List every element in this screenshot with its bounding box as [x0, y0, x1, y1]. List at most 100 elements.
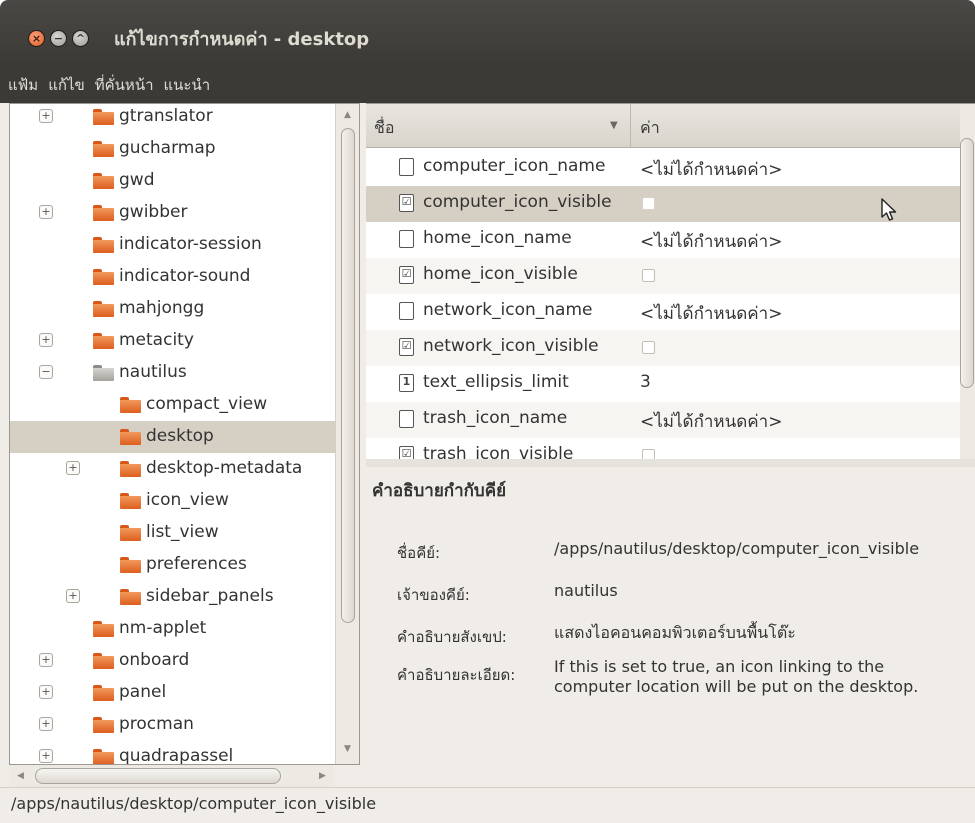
tree-item[interactable]: indicator-sound: [10, 261, 335, 293]
list-header: ชื่อ ▼ ค่า: [366, 104, 975, 148]
column-separator[interactable]: [630, 104, 631, 148]
tree-item[interactable]: gwd: [10, 165, 335, 197]
expand-icon[interactable]: +: [39, 333, 53, 347]
folder-icon: [93, 301, 114, 317]
folder-body: [93, 176, 114, 189]
folder-body: [93, 656, 114, 669]
tree-item[interactable]: nm-applet: [10, 613, 335, 645]
value-checkbox[interactable]: [642, 269, 655, 282]
expand-icon[interactable]: +: [66, 461, 80, 475]
minimize-window-button[interactable]: −: [50, 30, 67, 47]
tree-item[interactable]: + procman: [10, 709, 335, 741]
pane-resize-handle[interactable]: [366, 459, 975, 467]
scroll-up-arrow-icon[interactable]: ▲: [344, 110, 351, 120]
key-value[interactable]: <ไม่ได้กำหนดค่า>: [640, 156, 782, 183]
tree-item-label: compact_view: [146, 394, 268, 414]
folder-icon: [120, 493, 141, 509]
folder-body: [93, 240, 114, 253]
folder-body: [93, 688, 114, 701]
tree-item[interactable]: + quadrapassel: [10, 741, 335, 765]
tree-item-label: nautilus: [119, 362, 187, 382]
tree-item[interactable]: + onboard: [10, 645, 335, 677]
int-key-icon: 1: [399, 374, 414, 392]
column-header-value[interactable]: ค่า: [640, 116, 660, 141]
list-vertical-scrollbar[interactable]: [960, 104, 975, 459]
key-row[interactable]: ☑ network_icon_visible: [366, 330, 975, 366]
expand-icon[interactable]: +: [39, 749, 53, 763]
menu-file[interactable]: แฟ้ม: [8, 73, 38, 97]
folder-icon: [93, 749, 114, 764]
expand-icon[interactable]: +: [39, 717, 53, 731]
key-row[interactable]: ☑ trash_icon_visible: [366, 438, 975, 459]
menu-help[interactable]: แนะนำ: [164, 73, 211, 97]
tree-item[interactable]: indicator-session: [10, 229, 335, 261]
folder-icon: [93, 717, 114, 733]
key-row[interactable]: trash_icon_name <ไม่ได้กำหนดค่า>: [366, 402, 975, 438]
expand-icon[interactable]: +: [39, 685, 53, 699]
value-checkbox[interactable]: [642, 197, 655, 210]
collapse-icon[interactable]: −: [39, 365, 53, 379]
expand-icon[interactable]: +: [66, 589, 80, 603]
tree-item[interactable]: preferences: [10, 549, 335, 581]
folder-icon: [93, 269, 114, 285]
folder-icon: [93, 685, 114, 701]
tree-vertical-scrollbar[interactable]: ▲ ▼: [335, 104, 359, 764]
tree-item[interactable]: + gwibber: [10, 197, 335, 229]
key-row[interactable]: ☑ home_icon_visible: [366, 258, 975, 294]
long-description-label: คำอธิบายละเอียด:: [397, 666, 516, 684]
scroll-right-arrow-icon[interactable]: ▶: [319, 771, 326, 781]
tree-item-label: quadrapassel: [119, 746, 234, 765]
tree-item[interactable]: compact_view: [10, 389, 335, 421]
short-description-value: แสดงไอคอนคอมพิวเตอร์บนพื้นโต๊ะ: [554, 623, 796, 642]
tree-item-label: list_view: [146, 522, 219, 542]
tree-hscroll-thumb[interactable]: [35, 768, 281, 784]
folder-body: [120, 432, 141, 445]
directory-tree[interactable]: + gtranslator gucharmap gwd + gwibber indicato…: [9, 103, 360, 765]
expand-icon[interactable]: +: [39, 653, 53, 667]
folder-icon: [93, 173, 114, 189]
tree-item[interactable]: − nautilus: [10, 357, 335, 389]
tree-item[interactable]: mahjongg: [10, 293, 335, 325]
folder-body: [120, 592, 141, 605]
key-row[interactable]: home_icon_name <ไม่ได้กำหนดค่า>: [366, 222, 975, 258]
tree-item[interactable]: list_view: [10, 517, 335, 549]
value-checkbox[interactable]: [642, 341, 655, 354]
key-list[interactable]: ชื่อ ▼ ค่า computer_icon_name <ไม่ได้กำหน…: [366, 103, 975, 459]
scroll-down-arrow-icon[interactable]: ▼: [344, 744, 351, 754]
title-bar[interactable]: × − ^ แก้ไขการกำหนดค่า - desktop: [0, 0, 975, 66]
close-window-button[interactable]: ×: [28, 30, 45, 47]
key-value[interactable]: <ไม่ได้กำหนดค่า>: [640, 300, 782, 327]
maximize-window-button[interactable]: ^: [72, 30, 89, 47]
tree-item[interactable]: + gtranslator: [10, 104, 335, 133]
key-row[interactable]: computer_icon_name <ไม่ได้กำหนดค่า>: [366, 150, 975, 186]
tree-item[interactable]: + desktop-metadata: [10, 453, 335, 485]
tree-item[interactable]: + panel: [10, 677, 335, 709]
menu-edit[interactable]: แก้ไข: [48, 73, 85, 97]
list-scroll-thumb[interactable]: [960, 138, 974, 388]
folder-icon: [93, 621, 114, 637]
bool-key-icon: ☑: [399, 338, 414, 356]
menu-bookmarks[interactable]: ที่คั่นหน้า: [95, 73, 154, 97]
expand-icon[interactable]: +: [39, 109, 53, 123]
tree-item-label: onboard: [119, 650, 190, 670]
key-row[interactable]: network_icon_name <ไม่ได้กำหนดค่า>: [366, 294, 975, 330]
column-header-name[interactable]: ชื่อ: [374, 116, 394, 141]
tree-item[interactable]: + metacity: [10, 325, 335, 357]
tree-item[interactable]: gucharmap: [10, 133, 335, 165]
key-value[interactable]: <ไม่ได้กำหนดค่า>: [640, 228, 782, 255]
key-row[interactable]: 1 text_ellipsis_limit 3: [366, 366, 975, 402]
value-checkbox[interactable]: [642, 449, 655, 459]
key-value[interactable]: 3: [640, 372, 651, 392]
scroll-left-arrow-icon[interactable]: ◀: [17, 771, 24, 781]
expand-icon[interactable]: +: [39, 205, 53, 219]
short-description-label: คำอธิบายสังเขป:: [397, 628, 507, 646]
folder-body: [93, 208, 114, 221]
key-name: computer_icon_visible: [423, 192, 612, 212]
tree-item[interactable]: desktop: [10, 421, 335, 453]
tree-item-label: gtranslator: [119, 106, 213, 126]
tree-item[interactable]: icon_view: [10, 485, 335, 517]
key-value[interactable]: <ไม่ได้กำหนดค่า>: [640, 408, 782, 435]
tree-item[interactable]: + sidebar_panels: [10, 581, 335, 613]
tree-horizontal-scrollbar[interactable]: ◀ ▶: [9, 765, 334, 787]
tree-scroll-thumb[interactable]: [341, 128, 355, 623]
